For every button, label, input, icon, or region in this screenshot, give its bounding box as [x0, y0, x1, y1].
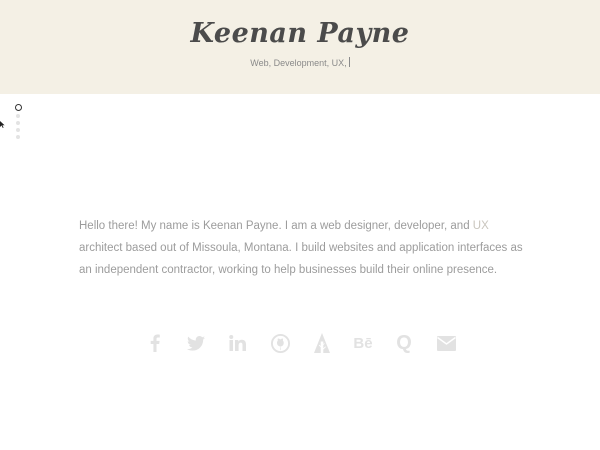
tagline: Web, Development, UX, [0, 56, 600, 70]
twitter-icon[interactable] [181, 328, 211, 358]
bio-paragraph: Hello there! My name is Keenan Payne. I … [79, 215, 524, 281]
site-title[interactable]: Keenan Payne [0, 14, 600, 54]
nav-dot[interactable] [16, 121, 20, 125]
site-header: Keenan Payne Web, Development, UX, [0, 0, 600, 94]
tagline-text: Web, Development, UX, [250, 58, 347, 68]
facebook-icon[interactable] [140, 328, 170, 358]
nav-dot-active[interactable] [15, 104, 22, 111]
bio-text-before: Hello there! My name is Keenan Payne. I … [79, 220, 473, 232]
mouse-cursor-icon [0, 121, 5, 128]
quora-icon[interactable]: Q [389, 328, 419, 358]
github-icon[interactable] [265, 328, 295, 358]
section-dot-nav [14, 104, 22, 142]
behance-icon[interactable]: Bē [348, 328, 378, 358]
forrst-icon[interactable] [307, 328, 337, 358]
nav-dot[interactable] [16, 135, 20, 139]
ux-link[interactable]: UX [473, 220, 489, 232]
email-icon[interactable] [431, 328, 461, 358]
social-links: Bē Q [138, 328, 468, 358]
typing-caret [348, 57, 350, 67]
linkedin-icon[interactable] [222, 328, 252, 358]
nav-dot[interactable] [16, 128, 20, 132]
bio-text-after: architect based out of Missoula, Montana… [79, 242, 523, 276]
nav-dot[interactable] [16, 114, 20, 118]
